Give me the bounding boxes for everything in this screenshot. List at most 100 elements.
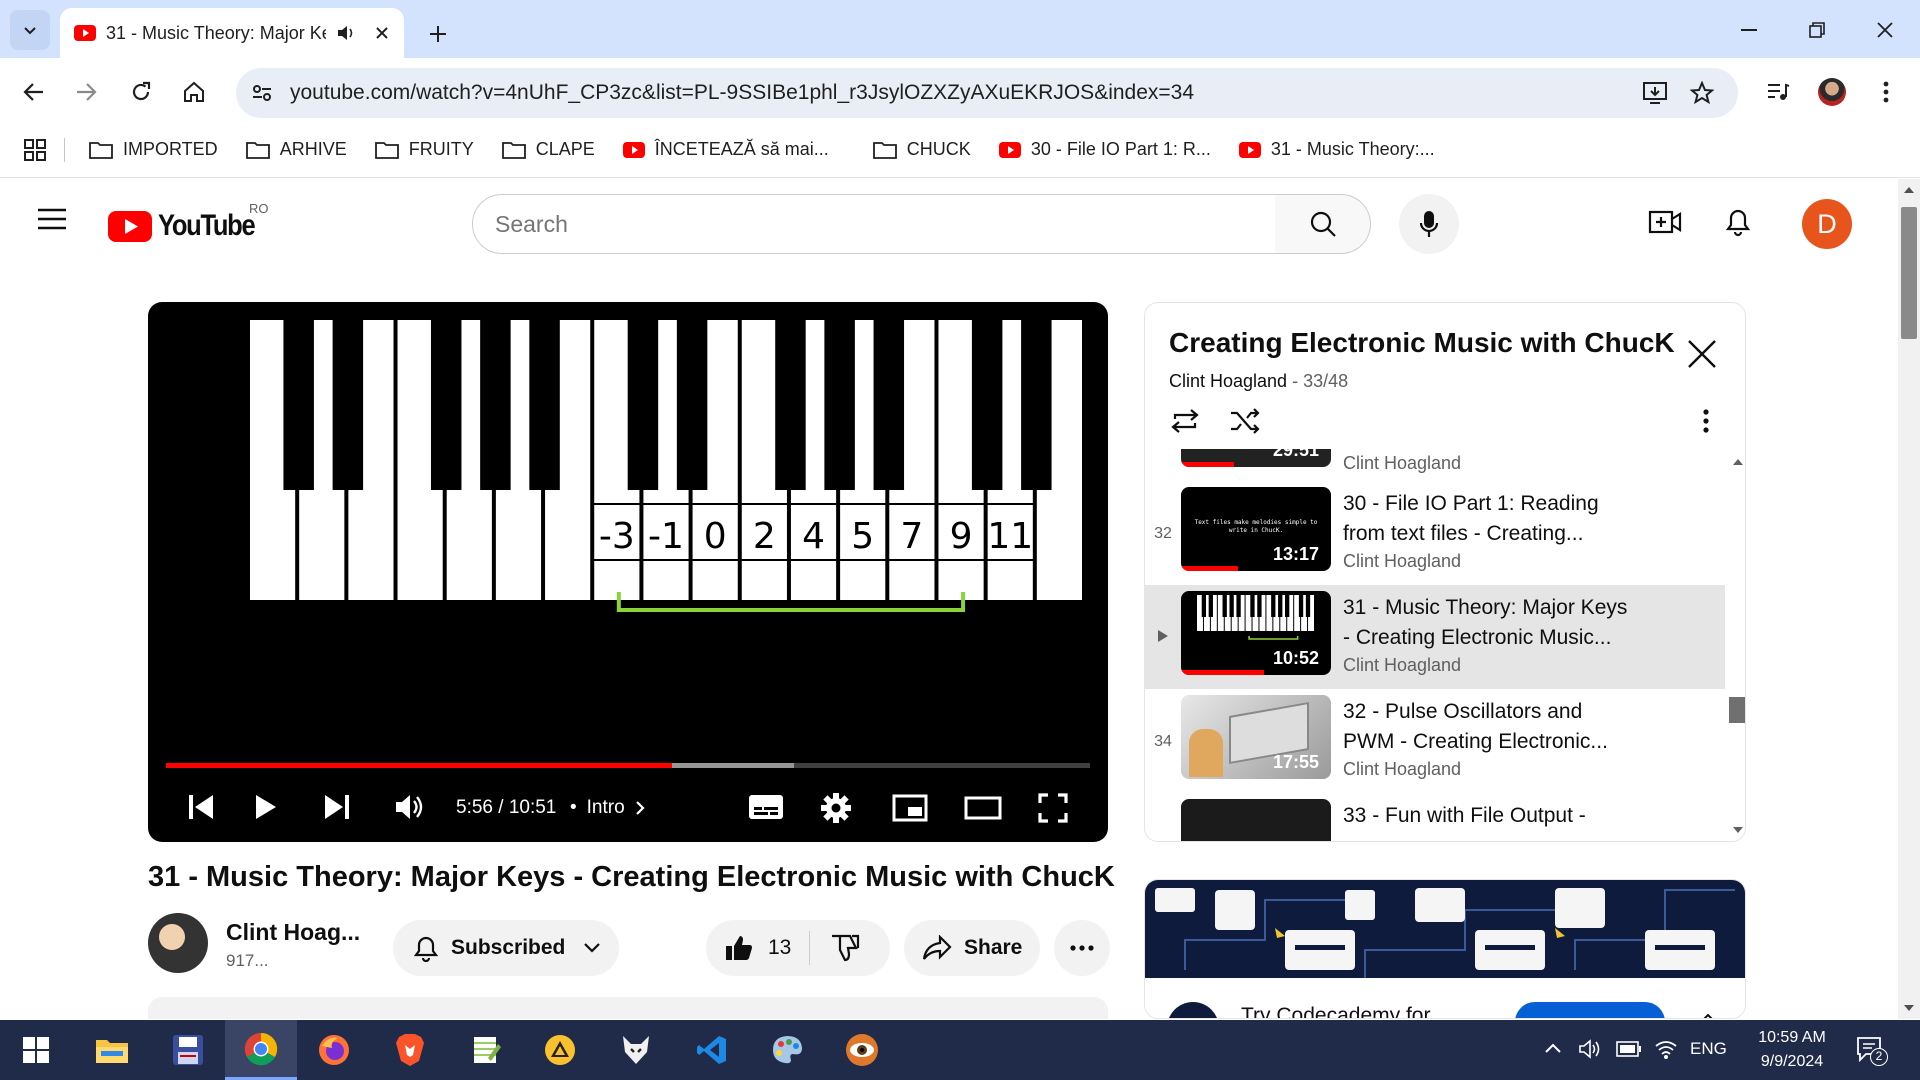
bookmark-star-icon[interactable] (1690, 81, 1714, 105)
theater-mode-button[interactable] (964, 796, 1002, 820)
mute-button[interactable] (394, 792, 426, 822)
channel-name[interactable]: Clint Hoag... (226, 919, 360, 946)
playlist-item[interactable]: 33 - Fun with File Output - (1145, 793, 1725, 841)
install-app-icon[interactable] (1642, 81, 1668, 105)
volume-tray-button[interactable] (1578, 1038, 1602, 1060)
search-input[interactable]: Search (472, 194, 1276, 254)
guide-menu-button[interactable] (36, 207, 68, 231)
playlist-menu-button[interactable] (1703, 409, 1709, 433)
close-window-button[interactable] (1860, 10, 1910, 50)
bookmark-folder-chuck[interactable]: CHUCK (859, 130, 985, 170)
network-tray-button[interactable] (1654, 1038, 1678, 1060)
reload-button[interactable] (119, 70, 163, 114)
bookmark-youtube-inceteaza[interactable]: ÎNCETEAZĂ să mai... (609, 130, 843, 170)
page-scrollbar[interactable] (1898, 179, 1920, 1019)
notifications-button[interactable] (1724, 205, 1752, 237)
dislike-button[interactable] (830, 934, 860, 962)
battery-tray-button[interactable] (1616, 1040, 1642, 1058)
progress-track[interactable] (166, 763, 1090, 768)
playlist-title[interactable]: Creating Electronic Music with ChucK (1169, 327, 1675, 359)
shuffle-button[interactable] (1229, 407, 1261, 435)
miniplayer-button[interactable] (892, 794, 928, 822)
scroll-up-arrow-icon[interactable] (1733, 459, 1743, 465)
forward-button[interactable] (64, 70, 108, 114)
clock[interactable]: 10:59 AM 9/9/2024 (1746, 1026, 1838, 1074)
restore-button[interactable] (1792, 10, 1842, 50)
subtitles-button[interactable] (748, 793, 784, 821)
voice-search-button[interactable] (1399, 194, 1459, 254)
close-playlist-button[interactable] (1687, 339, 1717, 369)
taskbar-firefox[interactable] (298, 1020, 370, 1080)
playlist-owner[interactable]: Clint Hoagland (1169, 371, 1287, 391)
settings-button[interactable] (820, 792, 852, 824)
account-avatar[interactable]: D (1802, 199, 1852, 249)
browser-tab-active[interactable]: 31 - Music Theory: Major Ke (60, 8, 404, 58)
like-button[interactable]: 13 (706, 920, 890, 976)
taskbar-save-app[interactable] (152, 1020, 224, 1080)
media-control-button[interactable] (1756, 70, 1800, 114)
playlist-scroll-thumb[interactable] (1729, 697, 1745, 723)
bookmark-folder-imported[interactable]: IMPORTED (75, 130, 232, 170)
taskbar-eye-app[interactable] (826, 1020, 898, 1080)
video-player[interactable]: -3 -1 0 2 4 5 7 9 11 5:56 / 10:51 • Intro (148, 302, 1108, 842)
playlist-item[interactable]: 29:51 Clint Hoagland (1145, 449, 1725, 481)
ad-card[interactable]: Try Codecademy for (1144, 879, 1746, 1019)
back-button[interactable] (12, 70, 56, 114)
scroll-down-arrow-icon[interactable] (1733, 827, 1743, 833)
taskbar-paint[interactable] (752, 1020, 824, 1080)
search-button[interactable] (1275, 194, 1371, 254)
taskbar-file-explorer[interactable] (76, 1020, 148, 1080)
page-scroll-thumb[interactable] (1901, 207, 1917, 339)
tray-overflow-button[interactable] (1544, 1042, 1562, 1054)
channel-avatar[interactable] (148, 913, 208, 973)
subscribed-button[interactable]: Subscribed (393, 920, 619, 976)
loop-button[interactable] (1169, 407, 1201, 435)
chevron-up-icon[interactable] (1701, 1014, 1715, 1019)
previous-button[interactable] (188, 793, 214, 821)
bookmark-folder-arhive[interactable]: ARHIVE (232, 130, 361, 170)
playlist-item-current[interactable]: 10:52 31 - Music Theory: Major Keys - Cre… (1145, 585, 1725, 689)
bookmark-folder-fruity[interactable]: FRUITY (361, 130, 488, 170)
description-box[interactable] (148, 997, 1108, 1019)
taskbar-notepad-plus[interactable] (450, 1020, 522, 1080)
fullscreen-button[interactable] (1038, 793, 1068, 823)
youtube-logo[interactable]: YouTube (108, 209, 271, 243)
profile-button[interactable] (1810, 70, 1854, 114)
key-number-label: 5 (851, 516, 874, 557)
apps-grid-icon[interactable] (24, 138, 46, 161)
taskbar-chrome-active[interactable] (225, 1020, 297, 1080)
taskbar-brave[interactable] (374, 1020, 446, 1080)
audio-playing-icon[interactable] (336, 24, 356, 42)
site-info-icon[interactable] (250, 81, 274, 105)
home-button[interactable] (172, 70, 216, 114)
close-tab-icon[interactable] (374, 25, 390, 41)
language-indicator[interactable]: ENG (1690, 1039, 1727, 1059)
playlist-item[interactable]: 34 17:55 32 - Pulse Oscillators and PWM -… (1145, 689, 1725, 793)
bookmark-folder-clape[interactable]: CLAPE (488, 130, 609, 170)
play-button[interactable] (254, 793, 278, 821)
scroll-down-arrow-icon[interactable] (1904, 1005, 1914, 1011)
tab-search-button[interactable] (10, 10, 50, 50)
chevron-up-icon (1545, 1043, 1561, 1053)
start-button[interactable] (0, 1020, 72, 1080)
taskbar-aimp[interactable] (524, 1020, 596, 1080)
ad-cta-button[interactable] (1515, 1002, 1665, 1018)
bookmark-youtube-file-io[interactable]: 30 - File IO Part 1: R... (985, 130, 1225, 170)
scroll-up-arrow-icon[interactable] (1904, 187, 1914, 193)
bookmark-youtube-music-theory[interactable]: 31 - Music Theory:... (1225, 130, 1449, 170)
address-bar[interactable]: youtube.com/watch?v=4nUhF_CP3zc&list=PL-… (236, 68, 1738, 118)
taskbar-vscode[interactable] (676, 1020, 748, 1080)
minimize-button[interactable] (1724, 10, 1774, 50)
create-button[interactable] (1648, 207, 1682, 237)
chapter-button[interactable]: • Intro (570, 797, 645, 819)
firefox-icon (319, 1035, 349, 1065)
playlist-scrollbar[interactable] (1729, 449, 1745, 841)
next-button[interactable] (324, 793, 350, 821)
share-button[interactable]: Share (904, 920, 1040, 976)
new-tab-button[interactable] (420, 16, 456, 52)
notification-center-button[interactable]: 2 (1856, 1036, 1888, 1066)
playlist-item[interactable]: 32 Text files make melodies simple to wr… (1145, 481, 1725, 585)
taskbar-fl-studio[interactable] (600, 1020, 672, 1080)
chrome-menu-button[interactable] (1864, 70, 1908, 114)
more-actions-button[interactable] (1054, 920, 1110, 976)
